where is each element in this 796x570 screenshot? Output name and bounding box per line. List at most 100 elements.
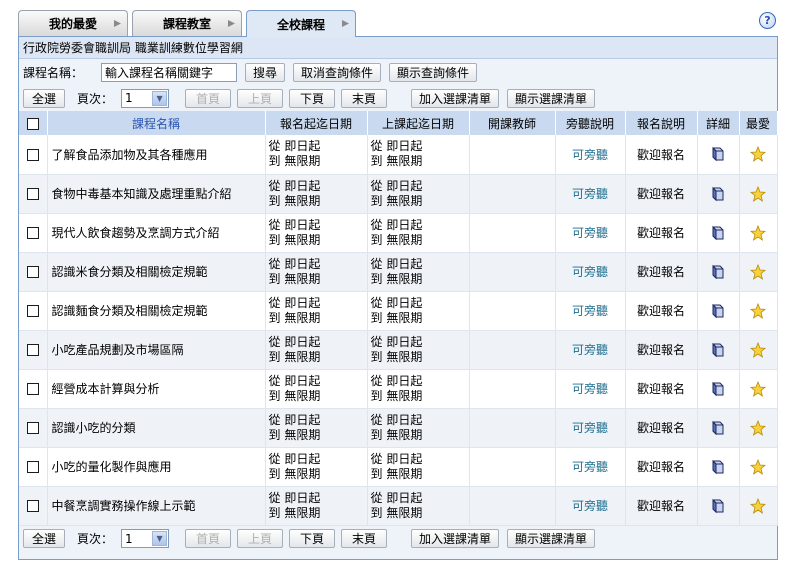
star-icon[interactable] — [749, 497, 767, 514]
prev-page-button[interactable]: 上頁 — [237, 529, 284, 548]
book-icon[interactable] — [710, 420, 726, 436]
row-checkbox[interactable] — [26, 344, 39, 356]
signup-note: 歡迎報名 — [625, 408, 698, 448]
column-header-favorite: 最愛 — [739, 111, 778, 135]
page-select[interactable]: 1 ▼ — [121, 529, 170, 548]
book-icon[interactable] — [710, 225, 726, 241]
book-icon[interactable] — [710, 146, 726, 162]
course-name[interactable]: 認識米食分類及相關檢定規範 — [47, 252, 266, 292]
row-checkbox[interactable] — [26, 227, 39, 239]
star-icon[interactable] — [749, 341, 767, 358]
star-icon[interactable] — [749, 185, 767, 202]
table-row: 認識米食分類及相關檢定規範從 即日起到 無限期從 即日起到 無限期 可旁聽 歡迎報名 — [19, 252, 778, 292]
row-checkbox[interactable] — [26, 305, 39, 317]
course-name[interactable]: 認識小吃的分類 — [47, 408, 266, 448]
show-list-button[interactable]: 顯示選課清單 — [507, 529, 596, 548]
next-page-button[interactable]: 下頁 — [289, 88, 336, 108]
show-query-button[interactable]: 顯示查詢條件 — [389, 62, 478, 82]
star-icon[interactable] — [749, 224, 767, 241]
signup-period: 從 即日起到 無限期 — [265, 174, 368, 214]
teacher-cell — [469, 369, 556, 409]
next-page-button[interactable]: 下頁 — [289, 529, 336, 548]
book-icon[interactable] — [710, 264, 726, 280]
course-name[interactable]: 現代人飲食趨勢及烹調方式介紹 — [47, 213, 266, 253]
search-input[interactable] — [101, 62, 237, 82]
select-all-button[interactable]: 全選 — [23, 88, 65, 108]
row-checkbox[interactable] — [26, 148, 39, 161]
class-period-end: 到 無限期 — [370, 427, 423, 442]
star-icon[interactable] — [749, 146, 767, 163]
first-page-button[interactable]: 首頁 — [185, 529, 232, 548]
course-name[interactable]: 經營成本計算與分析 — [47, 369, 266, 409]
select-all-button[interactable]: 全選 — [23, 529, 65, 548]
add-to-list-button[interactable]: 加入選課清單 — [411, 88, 500, 108]
chevron-down-icon: ▼ — [152, 531, 168, 546]
course-name[interactable]: 中餐烹調實務操作線上示範 — [47, 486, 266, 526]
audit-note[interactable]: 可旁聽 — [555, 252, 626, 292]
star-icon[interactable] — [749, 419, 767, 436]
search-button[interactable]: 搜尋 — [245, 62, 286, 82]
chevron-down-icon: ▼ — [152, 90, 168, 106]
row-checkbox[interactable] — [26, 266, 39, 278]
show-list-button[interactable]: 顯示選課清單 — [507, 88, 596, 108]
column-header-name[interactable]: 課程名稱 — [47, 111, 266, 135]
class-period-end: 到 無限期 — [370, 388, 423, 403]
page-select[interactable]: 1 ▼ — [121, 88, 170, 108]
book-icon[interactable] — [710, 186, 726, 202]
audit-note[interactable]: 可旁聽 — [555, 486, 626, 526]
detail-cell — [697, 369, 740, 409]
detail-cell — [697, 135, 740, 175]
row-checkbox[interactable] — [26, 422, 39, 434]
audit-note[interactable]: 可旁聽 — [555, 408, 626, 448]
row-checkbox[interactable] — [26, 188, 39, 200]
clear-query-button[interactable]: 取消查詢條件 — [293, 62, 382, 82]
book-icon[interactable] — [710, 459, 726, 475]
star-icon[interactable] — [749, 458, 767, 475]
course-name[interactable]: 食物中毒基本知識及處理重點介紹 — [47, 174, 266, 214]
course-name[interactable]: 小吃的量化製作與應用 — [47, 447, 266, 487]
book-icon[interactable] — [710, 381, 726, 397]
audit-note[interactable]: 可旁聽 — [555, 291, 626, 331]
audit-note[interactable]: 可旁聽 — [555, 330, 626, 370]
audit-note[interactable]: 可旁聽 — [555, 135, 626, 175]
add-to-list-button[interactable]: 加入選課清單 — [411, 529, 500, 548]
row-checkbox-cell — [19, 447, 48, 487]
row-checkbox[interactable] — [26, 500, 39, 512]
class-period-end: 到 無限期 — [370, 154, 423, 169]
prev-page-button[interactable]: 上頁 — [237, 88, 284, 108]
signup-period-start: 從 即日起 — [268, 490, 321, 505]
course-name[interactable]: 小吃產品規劃及市場區隔 — [47, 330, 266, 370]
audit-note[interactable]: 可旁聽 — [555, 369, 626, 409]
star-icon[interactable] — [749, 380, 767, 397]
course-name[interactable]: 了解食品添加物及其各種應用 — [47, 135, 266, 175]
row-checkbox[interactable] — [26, 461, 39, 473]
tab-all-courses[interactable]: 全校課程 — [246, 10, 356, 37]
book-icon[interactable] — [710, 303, 726, 319]
signup-period-start: 從 即日起 — [268, 334, 321, 349]
course-name[interactable]: 認識麵食分類及相關檢定規範 — [47, 291, 266, 331]
favorite-cell — [739, 330, 778, 370]
last-page-button[interactable]: 末頁 — [341, 88, 388, 108]
table-row: 中餐烹調實務操作線上示範從 即日起到 無限期從 即日起到 無限期 可旁聽 歡迎報名 — [19, 486, 778, 526]
select-all-checkbox[interactable] — [26, 117, 39, 130]
audit-note[interactable]: 可旁聽 — [555, 213, 626, 253]
help-icon[interactable]: ? — [759, 12, 776, 29]
page-label: 頁次： — [77, 532, 114, 546]
tab-classroom[interactable]: 課程教室 — [132, 10, 242, 36]
star-icon[interactable] — [749, 302, 767, 319]
book-icon[interactable] — [710, 342, 726, 358]
first-page-button[interactable]: 首頁 — [185, 88, 232, 108]
last-page-button[interactable]: 末頁 — [341, 529, 388, 548]
audit-note[interactable]: 可旁聽 — [555, 447, 626, 487]
signup-period-end: 到 無限期 — [268, 310, 321, 325]
class-period-end: 到 無限期 — [370, 193, 423, 208]
star-icon[interactable] — [749, 263, 767, 280]
audit-note[interactable]: 可旁聽 — [555, 174, 626, 214]
row-checkbox[interactable] — [26, 383, 39, 395]
signup-note: 歡迎報名 — [625, 447, 698, 487]
signup-period-start: 從 即日起 — [268, 256, 321, 271]
tab-favorites[interactable]: 我的最愛 — [18, 10, 128, 36]
book-icon[interactable] — [710, 498, 726, 514]
class-period-start: 從 即日起 — [370, 334, 423, 349]
row-checkbox-cell — [19, 369, 48, 409]
